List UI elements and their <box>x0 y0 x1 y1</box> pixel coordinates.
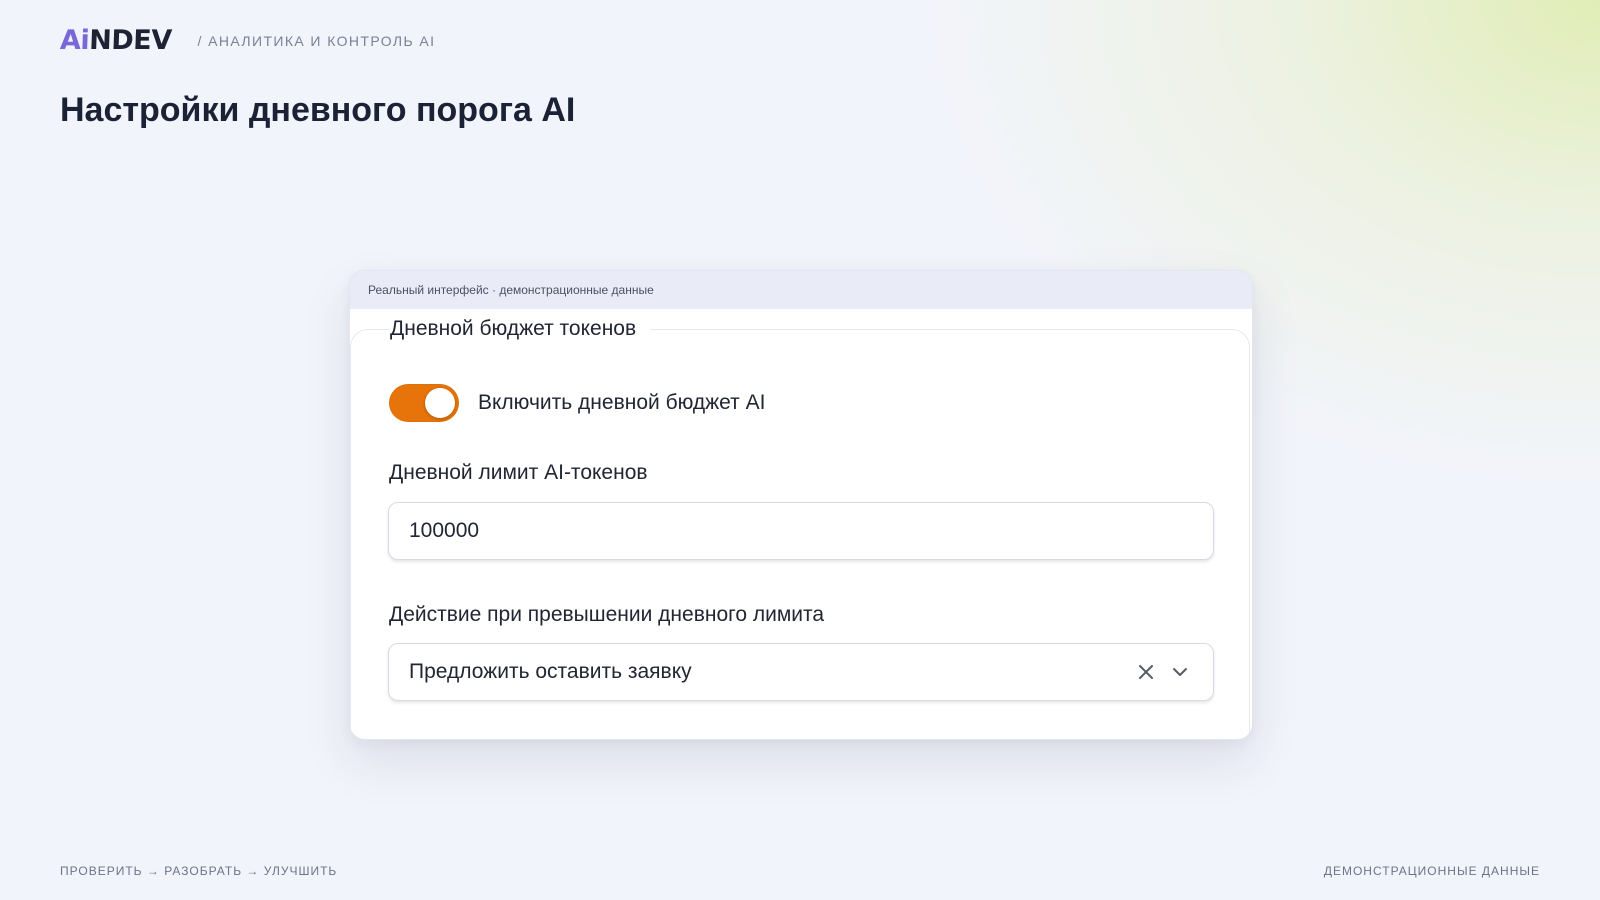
breadcrumb: / АНАЛИТИКА И КОНТРОЛЬ AI <box>197 33 436 49</box>
footer-demo-label: ДЕМОНСТРАЦИОННЫЕ ДАННЫЕ <box>1323 864 1540 878</box>
logo-text: AiNDEV <box>59 25 173 56</box>
action-label: Действие при превышении дневного лимита <box>389 603 825 626</box>
action-select[interactable]: Предложить оставить заявку <box>388 643 1214 701</box>
toggle-knob <box>425 388 455 418</box>
budget-toggle-label[interactable]: Включить дневной бюджет AI <box>478 391 765 415</box>
limit-field <box>388 502 1214 560</box>
footer-process: ПРОВЕРИТЬ → РАЗОБРАТЬ → УЛУЧШИТЬ <box>60 864 338 878</box>
header: AiNDEV / АНАЛИТИКА И КОНТРОЛЬ AI <box>59 25 436 56</box>
close-icon[interactable] <box>1133 659 1159 685</box>
settings-card: Реальный интерфейс · демонстрационные да… <box>349 270 1253 740</box>
section-title: Дневной бюджет токенов <box>390 315 651 343</box>
action-select-value: Предложить оставить заявку <box>409 660 692 683</box>
chevron-down-icon[interactable] <box>1167 659 1193 685</box>
limit-input[interactable] <box>389 503 1213 559</box>
logo-rest: NDEV <box>88 25 173 56</box>
limit-label: Дневной лимит AI-токенов <box>389 461 648 484</box>
logo[interactable]: AiNDEV <box>59 25 173 56</box>
page-title: Настройки дневного порога AI <box>60 91 576 129</box>
budget-toggle-switch[interactable] <box>389 384 459 422</box>
card-caption: Реальный интерфейс · демонстрационные да… <box>350 271 1252 309</box>
logo-accent: Ai <box>59 25 90 56</box>
budget-toggle-row[interactable]: Включить дневной бюджет AI <box>389 383 765 423</box>
